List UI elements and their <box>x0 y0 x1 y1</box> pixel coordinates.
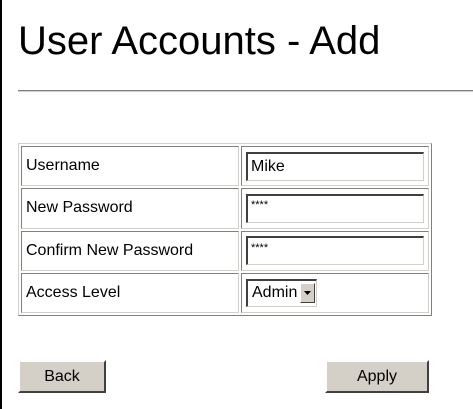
page-title: User Accounts - Add <box>18 19 381 63</box>
back-button[interactable]: Back <box>18 360 106 393</box>
form-row-confirm-password: Confirm New Password <box>21 230 429 271</box>
username-input[interactable] <box>246 151 424 181</box>
user-form-table: Username New Password Confirm New Passwo… <box>18 143 432 316</box>
confirm-password-input[interactable] <box>246 236 424 266</box>
new-password-input[interactable] <box>246 193 424 223</box>
access-level-label: Access Level <box>21 272 239 313</box>
title-divider <box>18 90 473 92</box>
username-label: Username <box>21 146 239 187</box>
new-password-label: New Password <box>21 188 239 229</box>
access-level-cell: Admin <box>241 272 429 313</box>
chevron-down-icon[interactable] <box>300 283 316 304</box>
username-cell <box>241 146 429 187</box>
access-level-value: Admin <box>252 284 298 302</box>
new-password-cell <box>241 188 429 229</box>
confirm-password-cell <box>241 230 429 271</box>
confirm-password-label: Confirm New Password <box>21 230 239 271</box>
form-row-access-level: Access Level Admin <box>21 272 429 313</box>
apply-button[interactable]: Apply <box>325 360 429 393</box>
form-row-new-password: New Password <box>21 188 429 229</box>
window-left-border <box>0 0 2 409</box>
access-level-select[interactable]: Admin <box>246 278 318 307</box>
form-row-username: Username <box>21 146 429 187</box>
chevron-down-glyph <box>304 291 312 296</box>
